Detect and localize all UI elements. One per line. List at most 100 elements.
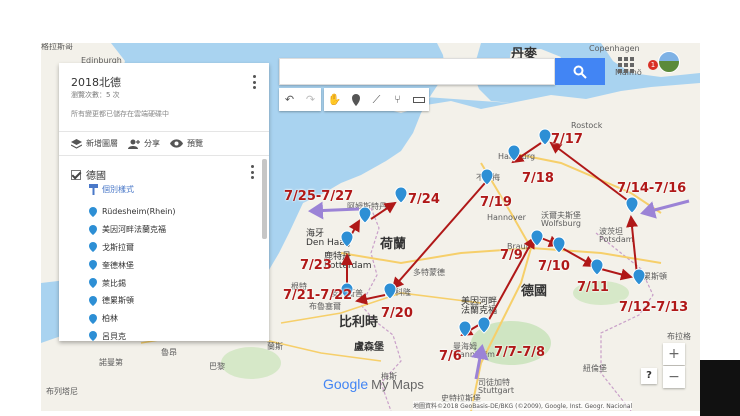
route-date-label: 7/23 (300, 258, 332, 273)
route-date-label: 7/17 (551, 132, 583, 147)
route-date-label: 7/25-7/27 (284, 189, 354, 204)
route-date-label: 7/11 (577, 280, 609, 295)
layer-visibility-checkbox[interactable] (71, 169, 81, 180)
route-date-label: 7/12-7/13 (619, 300, 689, 315)
route-date-label: 7/20 (381, 306, 413, 321)
list-item[interactable]: 戈斯拉爾 (89, 239, 176, 257)
list-item[interactable]: 奎德林堡 (89, 256, 176, 274)
marker-quedlinburg (590, 258, 604, 276)
place-name: 呂貝克 (102, 331, 126, 341)
save-status: 所有變更都已儲存在雲端硬碟中 (71, 110, 169, 118)
layer-name[interactable]: 德國 (86, 167, 106, 182)
map-toolbar: ↶ ↷ ✋ ⟋ ⑂ (279, 88, 429, 111)
layers-icon (71, 138, 82, 149)
paint-roller-icon (89, 184, 98, 195)
list-item[interactable]: 德累斯頓 (89, 292, 176, 310)
search-button[interactable] (555, 58, 605, 85)
place-name: 柏林 (102, 314, 118, 324)
marker-cologne (383, 282, 397, 300)
marker-lubeck (538, 128, 552, 146)
layer-style-label: 個別樣式 (102, 185, 134, 194)
route-date-label: 7/9 (500, 248, 523, 263)
help-button[interactable]: ? (641, 368, 657, 384)
route-segment-6 (626, 215, 638, 276)
place-marker-icon (89, 206, 97, 217)
route-date-label: 7/21-7/22 (283, 288, 353, 303)
route-date-label: 7/10 (538, 259, 570, 274)
marker-berlin (625, 196, 639, 214)
google-my-maps-logo: Google My Maps (323, 376, 424, 392)
view-count: 瀏覽次數：5 次 (71, 91, 120, 99)
route-segment-13 (370, 201, 397, 220)
entry-arrow (470, 344, 489, 380)
panel-scrollbar[interactable] (262, 159, 267, 239)
place-name: 德累斯頓 (102, 296, 134, 306)
hand-icon[interactable]: ✋ (324, 88, 345, 111)
dark-edge (700, 360, 740, 416)
layer-style-button[interactable]: 個別樣式 (89, 184, 134, 195)
zoom-out-button[interactable]: − (663, 366, 685, 388)
apps-icon[interactable] (616, 55, 636, 75)
eye-icon (170, 139, 183, 148)
list-item[interactable]: Rüdesheim(Rhein) (89, 203, 176, 221)
marker-amsterdam (394, 186, 408, 204)
transfer-arrow (640, 199, 690, 219)
place-marker-icon (89, 260, 97, 271)
search-icon (573, 65, 587, 79)
place-name: 美因河畔法蘭克福 (102, 225, 166, 235)
route-segment-5 (600, 268, 633, 281)
place-name: 萊比錫 (102, 278, 126, 288)
marker-bremen (480, 168, 494, 186)
place-marker-icon (89, 313, 97, 324)
add-layer-button[interactable]: 新增圖層 (71, 138, 118, 149)
place-name: 戈斯拉爾 (102, 242, 134, 252)
place-marker-icon (89, 331, 97, 341)
ruler-icon[interactable] (408, 88, 429, 111)
route-segment-10 (355, 293, 386, 305)
draw-tool-group: ✋ ⟋ ⑂ (324, 88, 429, 111)
panel-menu-icon[interactable] (251, 75, 257, 89)
map-side-panel: 2018北德 瀏覽次數：5 次 所有變更都已儲存在雲端硬碟中 新增圖層 分享 預… (59, 63, 269, 341)
place-marker-icon (89, 278, 97, 289)
route-date-label: 7/24 (408, 192, 440, 207)
preview-label: 預覽 (187, 139, 203, 148)
undo-icon[interactable]: ↶ (279, 88, 300, 111)
route-date-label: 7/14-7/16 (617, 181, 687, 196)
list-item[interactable]: 萊比錫 (89, 274, 176, 292)
place-list: Rüdesheim(Rhein) 美因河畔法蘭克福 戈斯拉爾 奎德林堡 萊比錫 … (89, 203, 176, 341)
zoom-in-button[interactable]: + (663, 343, 685, 365)
preview-button[interactable]: 預覽 (170, 138, 203, 149)
share-button[interactable]: 分享 (128, 138, 160, 149)
place-marker-icon (89, 242, 97, 253)
line-icon[interactable]: ⟋ (366, 88, 387, 111)
place-marker-icon (89, 295, 97, 306)
route-icon[interactable]: ⑂ (387, 88, 408, 111)
marker-haarlem (358, 206, 372, 224)
avatar[interactable] (658, 51, 680, 73)
person-add-icon (128, 139, 140, 149)
exit-arrow (308, 201, 360, 220)
marker-goslar (552, 236, 566, 254)
route-date-label: 7/18 (522, 171, 554, 186)
list-item[interactable]: 呂貝克 (89, 328, 176, 341)
notification-count-badge[interactable]: 1 (648, 60, 658, 70)
search-input[interactable] (279, 58, 555, 85)
marker-rotterdam (340, 230, 354, 248)
marker-icon[interactable] (345, 88, 366, 111)
list-item[interactable]: 柏林 (89, 310, 176, 328)
marker-mannheim (458, 320, 472, 338)
route-date-label: 7/7-7/8 (494, 345, 546, 360)
map-attribution[interactable]: 地圖資料©2018 GeoBasis-DE/BKG (©2009), Googl… (413, 401, 633, 410)
list-item[interactable]: 美因河畔法蘭克福 (89, 221, 176, 239)
add-layer-label: 新增圖層 (86, 139, 118, 148)
map-frame[interactable]: 格拉斯哥 Edinburgh Copenhagen Malmö 丹麥 Hambu… (41, 43, 700, 411)
layer-menu-icon[interactable] (249, 165, 255, 179)
share-label: 分享 (144, 139, 160, 148)
marker-braunschweig (530, 229, 544, 247)
panel-actions: 新增圖層 分享 預覽 (59, 131, 269, 156)
redo-icon[interactable]: ↷ (300, 88, 321, 111)
place-name: 奎德林堡 (102, 260, 134, 270)
marker-dresden (632, 268, 646, 286)
my-maps-label: My Maps (371, 377, 424, 392)
map-title[interactable]: 2018北德 (71, 74, 121, 90)
